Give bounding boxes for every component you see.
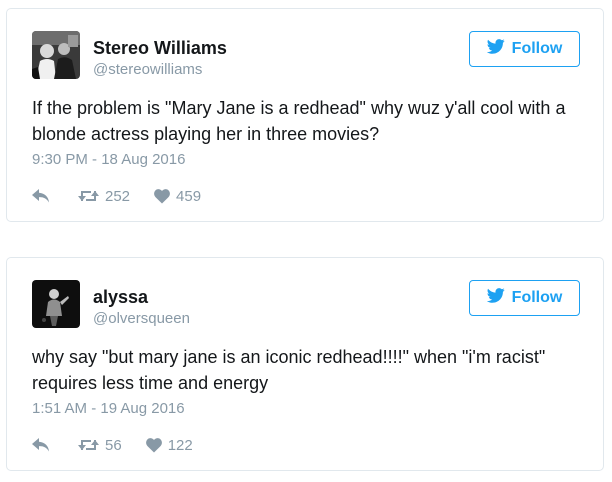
twitter-bird-icon (486, 288, 505, 308)
display-name[interactable]: Stereo Williams (93, 38, 227, 59)
tweet-text: If the problem is "Mary Jane is a redhea… (32, 98, 566, 144)
user-handle[interactable]: @olversqueen (93, 310, 190, 327)
follow-button[interactable]: Follow (469, 280, 580, 316)
retweet-count: 252 (105, 187, 131, 205)
like-count: 122 (167, 436, 193, 454)
tweet-text: why say "but mary jane is an iconic redh… (32, 347, 546, 393)
reply-button[interactable] (32, 438, 50, 452)
retweet-icon (78, 189, 99, 203)
tweet-card: Stereo Williams @stereowilliams Follow I… (6, 8, 604, 222)
follow-button[interactable]: Follow (469, 31, 580, 67)
tweet-card: alyssa @olversqueen Follow why say "but … (6, 257, 604, 471)
timestamp[interactable]: 9:30 PM - 18 Aug 2016 (32, 151, 185, 168)
twitter-bird-icon (486, 39, 505, 59)
reply-icon (32, 189, 50, 203)
like-button[interactable]: 459 (154, 188, 201, 205)
tweet-actions: 56 122 (32, 434, 193, 456)
follow-label: Follow (511, 289, 563, 306)
like-count: 459 (176, 187, 202, 205)
follow-label: Follow (511, 40, 563, 57)
tweet-actions: 252 459 (32, 185, 201, 207)
timestamp[interactable]: 1:51 AM - 19 Aug 2016 (32, 400, 185, 417)
avatar[interactable] (32, 280, 80, 328)
avatar[interactable] (32, 31, 80, 79)
retweet-count: 56 (105, 436, 122, 454)
display-name[interactable]: alyssa (93, 287, 148, 308)
heart-icon (154, 188, 170, 204)
retweet-button[interactable]: 252 (78, 188, 130, 205)
heart-icon (145, 437, 162, 453)
reply-icon (32, 438, 50, 452)
retweet-icon (78, 438, 99, 452)
retweet-button[interactable]: 56 (78, 437, 122, 454)
user-handle[interactable]: @stereowilliams (93, 61, 202, 78)
reply-button[interactable] (32, 189, 50, 203)
like-button[interactable]: 122 (145, 436, 193, 454)
